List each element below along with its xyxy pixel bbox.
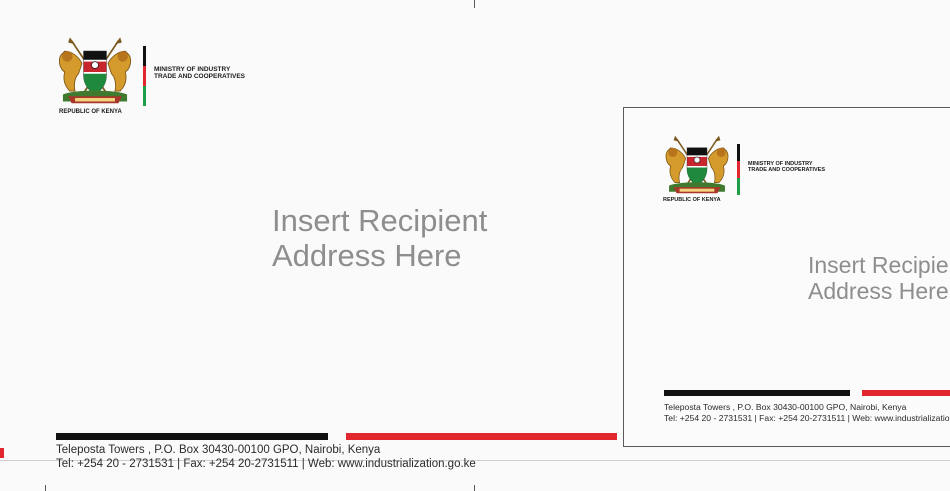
recipient-address: Insert Recipient Address Here [272,203,487,274]
recipient-line-1: Insert Recipient [272,203,488,238]
envelope-canvas: MINISTRY OF INDUSTRY TRADE AND COOPERATI… [0,0,950,491]
footer-address: Teleposta Towers , P.O. Box 30430-00100 … [664,402,907,412]
footer-contact: Tel: +254 20 - 2731531 | Fax: +254 20-27… [56,458,476,471]
republic-label: REPUBLIC OF KENYA [59,109,122,115]
recipient-address: Insert Recipient Address Here [808,252,950,304]
envelope-small: MINISTRY OF INDUSTRY TRADE AND COOPERATI… [623,107,950,447]
kenya-coat-of-arms-icon [58,36,132,105]
crop-mark-left [0,448,4,458]
ministry-name: MINISTRY OF INDUSTRY TRADE AND COOPERATI… [154,66,246,81]
footer-bar-black [56,433,328,440]
footer-bar-black [664,390,850,396]
footer-address: Teleposta Towers , P.O. Box 30430-00100 … [56,444,381,456]
kenya-flag-bar [143,46,146,106]
footer-bar-red [862,390,950,396]
recipient-line-1: Insert Recipient [808,252,950,278]
footer-contact: Tel: +254 20 - 2731531 | Fax: +254 20-27… [664,412,950,423]
ministry-name: MINISTRY OF INDUSTRY TRADE AND COOPERATI… [748,161,826,174]
footer-text: Teleposta Towers , P.O. Box 30430-00100 … [56,443,476,472]
crop-mark-top [474,0,475,8]
footer-text: Teleposta Towers , P.O. Box 30430-00100 … [664,402,950,423]
kenya-coat-of-arms-icon [665,135,729,194]
kenya-flag-bar [737,144,740,195]
republic-label: REPUBLIC OF KENYA [663,197,721,203]
footer-bar-red [346,433,617,440]
crop-mark-bottom-right [474,485,475,491]
ministry-line-2: TRADE AND COOPERATIVES [154,72,246,80]
crop-mark-bottom-left [45,485,46,491]
recipient-line-2: Address Here [808,278,949,305]
recipient-line-2: Address Here [272,238,462,274]
ministry-line-2: TRADE AND COOPERATIVES [748,166,826,173]
